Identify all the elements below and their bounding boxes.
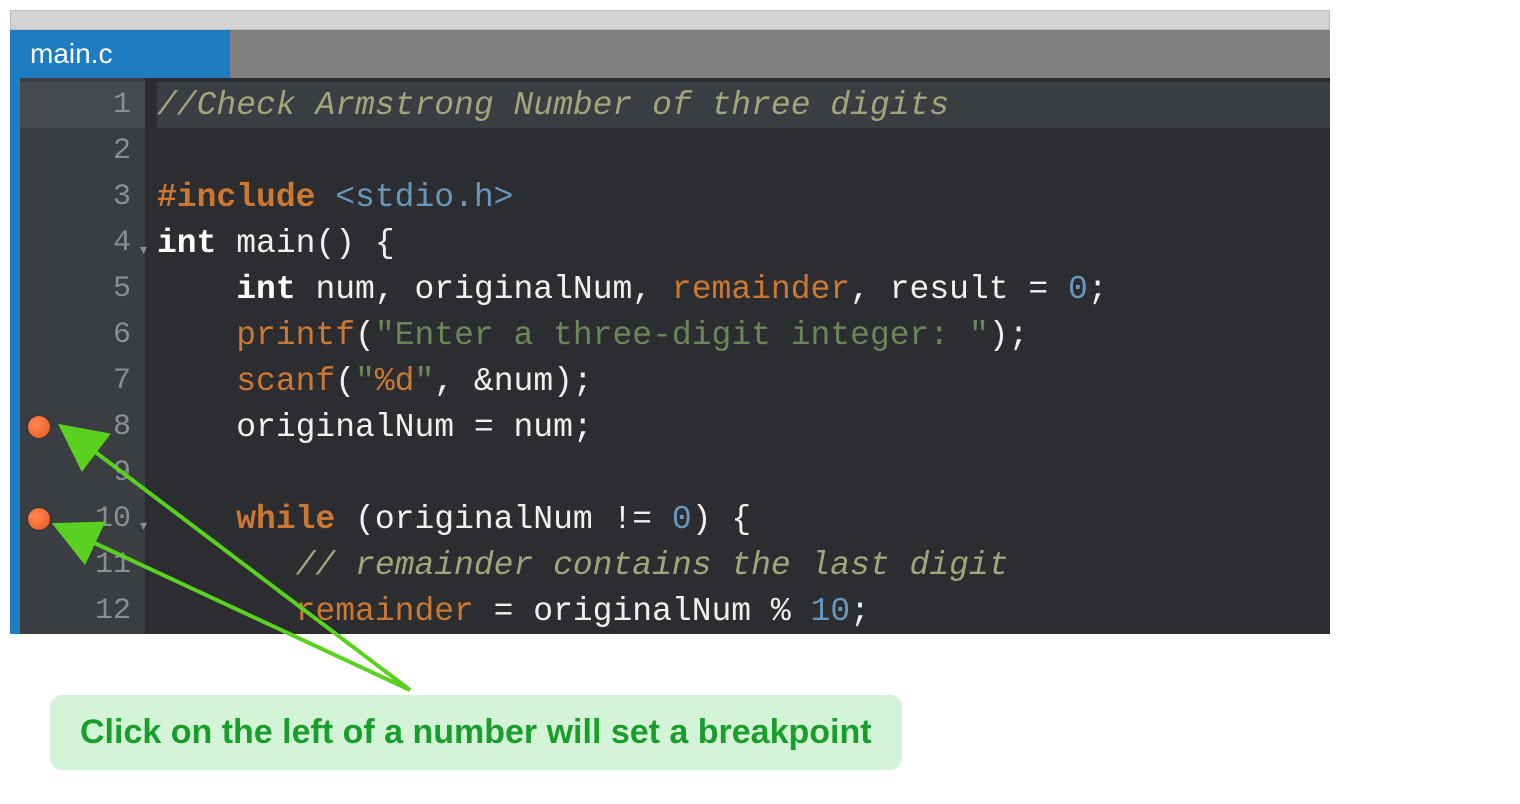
gutter-row[interactable]: 11 [20, 542, 145, 588]
code-line[interactable]: // remainder contains the last digit [157, 542, 1330, 588]
line-number: 12 [95, 594, 131, 628]
code-token: #include [157, 179, 335, 216]
line-number: 5 [113, 272, 131, 306]
code-token: ( [335, 363, 355, 400]
code-token: ); [989, 317, 1029, 354]
editor-left-margin [10, 78, 20, 634]
gutter-row[interactable]: 1 [20, 82, 145, 128]
line-number: 6 [113, 318, 131, 352]
gutter-row[interactable]: 9 [20, 450, 145, 496]
gutter-row[interactable]: 2 [20, 128, 145, 174]
gutter-row[interactable]: 12 [20, 588, 145, 634]
code-token: 10 [811, 593, 851, 630]
code-line[interactable]: int main() { [157, 220, 1330, 266]
code-area[interactable]: //Check Armstrong Number of three digits… [145, 78, 1330, 634]
gutter-row[interactable]: 6 [20, 312, 145, 358]
code-token: 0 [672, 501, 692, 538]
code-token: ) { [692, 501, 751, 538]
code-token: //Check Armstrong Number of three digits [157, 87, 949, 124]
code-token: = originalNum % [474, 593, 811, 630]
code-token: remainder [296, 593, 474, 630]
line-number: 1 [113, 88, 131, 122]
code-line[interactable]: scanf("%d", &num); [157, 358, 1330, 404]
code-token: 0 [1068, 271, 1088, 308]
code-token: scanf [236, 363, 335, 400]
code-token: num, originalNum, [296, 271, 672, 308]
code-line[interactable]: #include <stdio.h> [157, 174, 1330, 220]
fold-icon[interactable]: ▾ [140, 241, 147, 258]
code-token: int [157, 225, 216, 262]
editor-body: 1234▾5678910▾1112 //Check Armstrong Numb… [10, 78, 1330, 634]
code-token: int [236, 271, 295, 308]
code-token [157, 501, 236, 538]
editor-container: main.c 1234▾5678910▾1112 //Check Armstro… [10, 10, 1330, 634]
code-token: () { [315, 225, 394, 262]
fold-icon[interactable]: ▾ [140, 517, 147, 534]
code-token [157, 317, 236, 354]
line-number: 2 [113, 134, 131, 168]
code-line[interactable]: originalNum = num; [157, 404, 1330, 450]
window-top-border [10, 10, 1330, 30]
gutter-row[interactable]: 10 ▾ [20, 496, 145, 542]
tab-bar-empty [230, 30, 1330, 78]
code-token: " [414, 363, 434, 400]
code-token: " [355, 363, 375, 400]
code-token: while [236, 501, 335, 538]
line-number: 9 [113, 456, 131, 490]
code-line[interactable] [157, 450, 1330, 496]
breakpoint-icon[interactable] [28, 416, 50, 438]
code-token: , result = [850, 271, 1068, 308]
breakpoint-icon[interactable] [28, 508, 50, 530]
gutter-row[interactable]: 3 [20, 174, 145, 220]
code-line[interactable] [157, 128, 1330, 174]
code-line[interactable]: int num, originalNum, remainder, result … [157, 266, 1330, 312]
code-token: %d [375, 363, 415, 400]
code-token [157, 363, 236, 400]
code-token: "Enter a three-digit integer: " [375, 317, 989, 354]
code-token: // remainder contains the last digit [296, 547, 1009, 584]
gutter-row[interactable]: 5 [20, 266, 145, 312]
line-number: 10 [95, 502, 131, 536]
line-number: 8 [113, 410, 131, 444]
tab-bar: main.c [10, 30, 1330, 78]
callout-text: Click on the left of a number will set a… [80, 713, 872, 751]
code-line[interactable]: //Check Armstrong Number of three digits [157, 82, 1330, 128]
gutter[interactable]: 1234▾5678910▾1112 [20, 78, 145, 634]
code-token: , &num); [434, 363, 592, 400]
code-token [216, 225, 236, 262]
gutter-row[interactable]: 8 [20, 404, 145, 450]
file-tab-main-c[interactable]: main.c [10, 30, 230, 78]
callout-breakpoint-hint: Click on the left of a number will set a… [50, 695, 902, 770]
code-token [157, 271, 236, 308]
line-number: 7 [113, 364, 131, 398]
code-token: ; [1088, 271, 1108, 308]
code-line[interactable]: remainder = originalNum % 10; [157, 588, 1330, 634]
code-token: printf [236, 317, 355, 354]
code-token [157, 593, 296, 630]
code-line[interactable]: while (originalNum != 0) { [157, 496, 1330, 542]
code-token: ( [355, 317, 375, 354]
line-number: 3 [113, 180, 131, 214]
code-token: remainder [672, 271, 850, 308]
code-token [157, 547, 296, 584]
code-token: originalNum = num; [157, 409, 593, 446]
line-number: 11 [95, 548, 131, 582]
gutter-row[interactable]: 4▾ [20, 220, 145, 266]
code-token: ; [850, 593, 870, 630]
code-token: (originalNum != [335, 501, 672, 538]
file-tab-label: main.c [30, 38, 112, 70]
line-number: 4 [113, 226, 131, 260]
code-token: <stdio.h> [335, 179, 513, 216]
gutter-row[interactable]: 7 [20, 358, 145, 404]
code-token: main [236, 225, 315, 262]
code-line[interactable]: printf("Enter a three-digit integer: "); [157, 312, 1330, 358]
